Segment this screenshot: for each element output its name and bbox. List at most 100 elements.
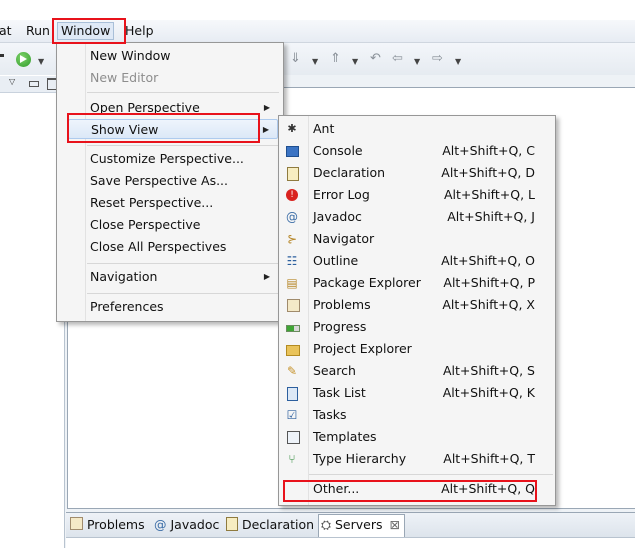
close-icon[interactable]: ⊠: [390, 517, 400, 532]
menu-item-label: Templates: [313, 429, 377, 444]
menu-item-javadoc[interactable]: @ Javadoc Alt+Shift+Q, J: [279, 206, 555, 228]
toolbar-separator-icon: [0, 54, 4, 57]
menu-item-shortcut: Alt+Shift+Q, P: [443, 275, 535, 290]
menu-item-label: Other...: [313, 481, 360, 496]
back-icon[interactable]: ⇦: [392, 52, 403, 66]
next-annotation-dropdown-icon[interactable]: ▼: [312, 55, 318, 69]
menu-item-open-perspective[interactable]: Open Perspective ▶: [90, 98, 278, 118]
declaration-icon: [226, 517, 238, 531]
menu-item-problems[interactable]: Problems Alt+Shift+Q, X: [279, 294, 555, 316]
menu-item-declaration[interactable]: Declaration Alt+Shift+Q, D: [279, 162, 555, 184]
menu-item-label: Javadoc: [313, 209, 362, 224]
menu-item-customize-perspective[interactable]: Customize Perspective...: [90, 149, 278, 169]
submenu-arrow-icon: ▶: [263, 272, 270, 281]
menu-item-package-explorer[interactable]: ▤ Package Explorer Alt+Shift+Q, P: [279, 272, 555, 294]
menu-item-console[interactable]: Console Alt+Shift+Q, C: [279, 140, 555, 162]
menu-item-project-explorer[interactable]: Project Explorer: [279, 338, 555, 360]
tab-declaration[interactable]: Declaration: [226, 517, 314, 533]
progress-icon: [286, 325, 300, 332]
menu-item-label: Ant: [313, 121, 335, 136]
problems-icon: [287, 299, 300, 312]
console-icon: [286, 146, 299, 157]
menu-item-shortcut: Alt+Shift+Q, K: [442, 385, 535, 400]
tab-problems[interactable]: Problems: [70, 517, 145, 533]
menu-item-label: Navigation: [90, 269, 158, 284]
menu-item-label: Type Hierarchy: [313, 451, 407, 466]
menu-item-navigator[interactable]: ⊱ Navigator: [279, 228, 555, 250]
left-view-toolbar: ▽: [0, 76, 64, 93]
menu-item-shortcut: Alt+Shift+Q, Q: [441, 481, 535, 496]
menu-item-tasks[interactable]: ☑ Tasks: [279, 404, 555, 426]
last-edit-icon[interactable]: ↶: [370, 52, 381, 66]
menu-item-error-log[interactable]: ! Error Log Alt+Shift+Q, L: [279, 184, 555, 206]
menu-item-label: Open Perspective: [90, 100, 200, 115]
menu-help[interactable]: Help: [122, 23, 157, 39]
minimize-icon[interactable]: [29, 81, 39, 87]
tab-javadoc[interactable]: @ Javadoc: [154, 517, 219, 533]
menu-item-shortcut: Alt+Shift+Q, T: [443, 451, 535, 466]
menu-separator: [309, 474, 553, 475]
menu-item-show-view[interactable]: Show View ▶: [68, 119, 278, 139]
menu-item-outline[interactable]: ☷ Outline Alt+Shift+Q, O: [279, 250, 555, 272]
servers-icon: ⛭: [321, 517, 332, 532]
bottom-view-body: [66, 537, 635, 549]
menu-item-label: Problems: [313, 297, 371, 312]
menu-item-new-editor: New Editor: [90, 70, 159, 85]
submenu-arrow-icon: ▶: [262, 125, 269, 134]
run-dropdown-icon[interactable]: ▼: [38, 55, 44, 69]
task-list-icon: [287, 387, 298, 401]
menu-item-new-window[interactable]: New Window: [90, 46, 278, 66]
window-dropdown-menu: New Window New Editor Open Perspective ▶…: [56, 42, 284, 322]
menu-navigate[interactable]: at: [0, 23, 15, 39]
next-annotation-icon[interactable]: ⇓: [290, 52, 301, 66]
prev-annotation-dropdown-icon[interactable]: ▼: [352, 55, 358, 69]
submenu-arrow-icon: ▶: [263, 103, 270, 112]
menu-gutter: [85, 43, 86, 321]
forward-icon[interactable]: ⇨: [432, 52, 443, 66]
prev-annotation-icon[interactable]: ⇑: [330, 52, 341, 66]
type-hierarchy-icon: ⑂: [288, 452, 296, 466]
package-explorer-icon: ▤: [286, 276, 298, 290]
menu-item-shortcut: Alt+Shift+Q, L: [443, 187, 535, 202]
menu-separator: [87, 92, 279, 93]
menu-item-label: Package Explorer: [313, 275, 421, 290]
tab-javadoc-label: Javadoc: [170, 517, 220, 532]
menu-item-ant[interactable]: ✱ Ant: [279, 118, 555, 140]
menu-item-label: Console: [313, 143, 363, 158]
bottom-view-tabs: Problems @ Javadoc Declaration ⛭ Servers…: [66, 512, 635, 538]
menu-item-navigation[interactable]: Navigation ▶: [90, 267, 278, 287]
menu-item-task-list[interactable]: Task List Alt+Shift+Q, K: [279, 382, 555, 404]
menu-item-progress[interactable]: Progress: [279, 316, 555, 338]
tasks-icon: ☑: [286, 408, 298, 422]
menu-item-save-perspective-as[interactable]: Save Perspective As...: [90, 171, 278, 191]
run-play-glyph-icon: [20, 55, 27, 63]
menu-item-type-hierarchy[interactable]: ⑂ Type Hierarchy Alt+Shift+Q, T: [279, 448, 555, 470]
menu-window[interactable]: Window: [57, 22, 115, 40]
tab-servers[interactable]: ⛭ Servers ⊠: [318, 514, 405, 538]
javadoc-icon: @: [154, 517, 167, 532]
view-menu-icon[interactable]: ▽: [9, 77, 15, 86]
tab-declaration-label: Declaration: [241, 517, 315, 532]
tab-problems-label: Problems: [86, 517, 145, 532]
menu-item-label: Task List: [313, 385, 366, 400]
menu-item-search[interactable]: ✎ Search Alt+Shift+Q, S: [279, 360, 555, 382]
forward-dropdown-icon[interactable]: ▼: [455, 55, 461, 69]
menu-item-label: Progress: [313, 319, 367, 334]
menu-item-shortcut: Alt+Shift+Q, D: [441, 165, 535, 180]
menu-item-templates[interactable]: Templates: [279, 426, 555, 448]
problems-icon: [70, 517, 83, 530]
ant-icon: ✱: [287, 122, 297, 135]
show-view-submenu: ✱ Ant Console Alt+Shift+Q, C Declaration…: [278, 115, 556, 506]
menu-item-close-perspective[interactable]: Close Perspective: [90, 215, 278, 235]
menu-item-reset-perspective[interactable]: Reset Perspective...: [90, 193, 278, 213]
menu-item-other[interactable]: Other... Alt+Shift+Q, Q: [279, 478, 555, 500]
menu-item-close-all-perspectives[interactable]: Close All Perspectives: [90, 237, 278, 257]
menu-item-label: Declaration: [313, 165, 386, 180]
menu-bar: at Run Window Help: [0, 20, 635, 43]
search-icon: ✎: [286, 364, 298, 378]
menu-item-preferences[interactable]: Preferences: [90, 297, 278, 317]
back-dropdown-icon[interactable]: ▼: [414, 55, 420, 69]
menu-run[interactable]: Run: [23, 23, 53, 39]
menu-item-label: Project Explorer: [313, 341, 412, 356]
error-log-icon: !: [286, 189, 298, 201]
